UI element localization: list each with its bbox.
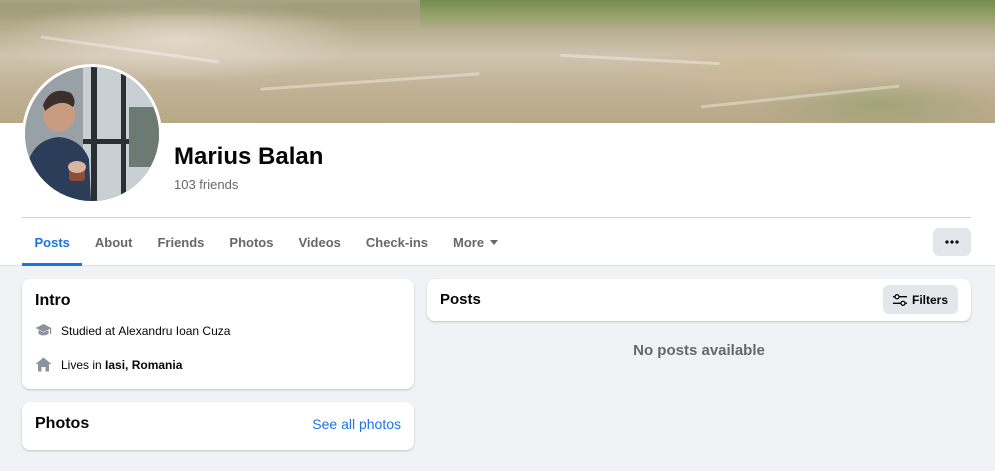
intro-studied-prefix: Studied at xyxy=(61,323,119,338)
tab-label: Photos xyxy=(229,234,274,250)
cover-texture xyxy=(0,0,420,18)
intro-school-link[interactable]: Alexandru Ioan Cuza xyxy=(118,324,230,338)
tab-more[interactable]: More xyxy=(441,218,511,266)
tab-posts[interactable]: Posts xyxy=(22,218,83,266)
caret-down-icon xyxy=(490,239,499,245)
sliders-icon xyxy=(892,293,907,306)
intro-education: Studied at Alexandru Ioan Cuza xyxy=(35,323,230,338)
intro-title: Intro xyxy=(35,292,71,309)
tab-photos[interactable]: Photos xyxy=(217,218,286,266)
posts-title: Posts xyxy=(440,291,481,308)
home-icon xyxy=(35,357,52,372)
intro-location: Lives in Iasi, Romania xyxy=(35,357,182,372)
no-posts-message: No posts available xyxy=(633,342,765,359)
photos-title: Photos xyxy=(35,415,90,432)
profile-tabs: Posts About Friends Photos Videos Check-… xyxy=(22,218,511,266)
intro-card: Intro Studied at Alexandru Ioan Cuza Liv… xyxy=(22,279,414,389)
tab-label: Friends xyxy=(157,234,205,250)
cover-texture xyxy=(260,72,480,91)
intro-lives-prefix: Lives in xyxy=(61,357,106,372)
avatar-photo-illustration xyxy=(25,67,159,201)
tab-videos[interactable]: Videos xyxy=(286,218,353,266)
tab-label: Check-ins xyxy=(365,234,429,250)
cover-texture xyxy=(560,53,720,66)
profile-name: Marius Balan xyxy=(174,143,324,170)
tab-label: About xyxy=(94,234,133,250)
tab-label: More xyxy=(453,234,485,250)
tab-label: Posts xyxy=(34,234,70,250)
cover-texture xyxy=(40,35,220,64)
filters-label: Filters xyxy=(911,292,948,307)
avatar-photo xyxy=(25,67,159,201)
graduation-cap-icon xyxy=(35,324,52,336)
friends-count[interactable]: 103 friends xyxy=(174,177,238,192)
posts-card: Posts Filters xyxy=(427,279,971,321)
ellipsis-icon xyxy=(945,240,959,244)
tab-label: Videos xyxy=(298,234,341,250)
tab-about[interactable]: About xyxy=(82,218,145,266)
filters-button[interactable]: Filters xyxy=(882,285,958,314)
more-options-button[interactable] xyxy=(933,228,971,256)
profile-avatar[interactable] xyxy=(22,64,162,204)
photos-card: Photos See all photos xyxy=(22,402,414,450)
cover-texture xyxy=(420,0,995,30)
see-all-photos-link[interactable]: See all photos xyxy=(312,416,401,432)
tab-friends[interactable]: Friends xyxy=(145,218,217,266)
cover-texture xyxy=(700,84,900,109)
intro-city-link[interactable]: Iasi, Romania xyxy=(105,358,182,372)
tab-check-ins[interactable]: Check-ins xyxy=(353,218,440,266)
